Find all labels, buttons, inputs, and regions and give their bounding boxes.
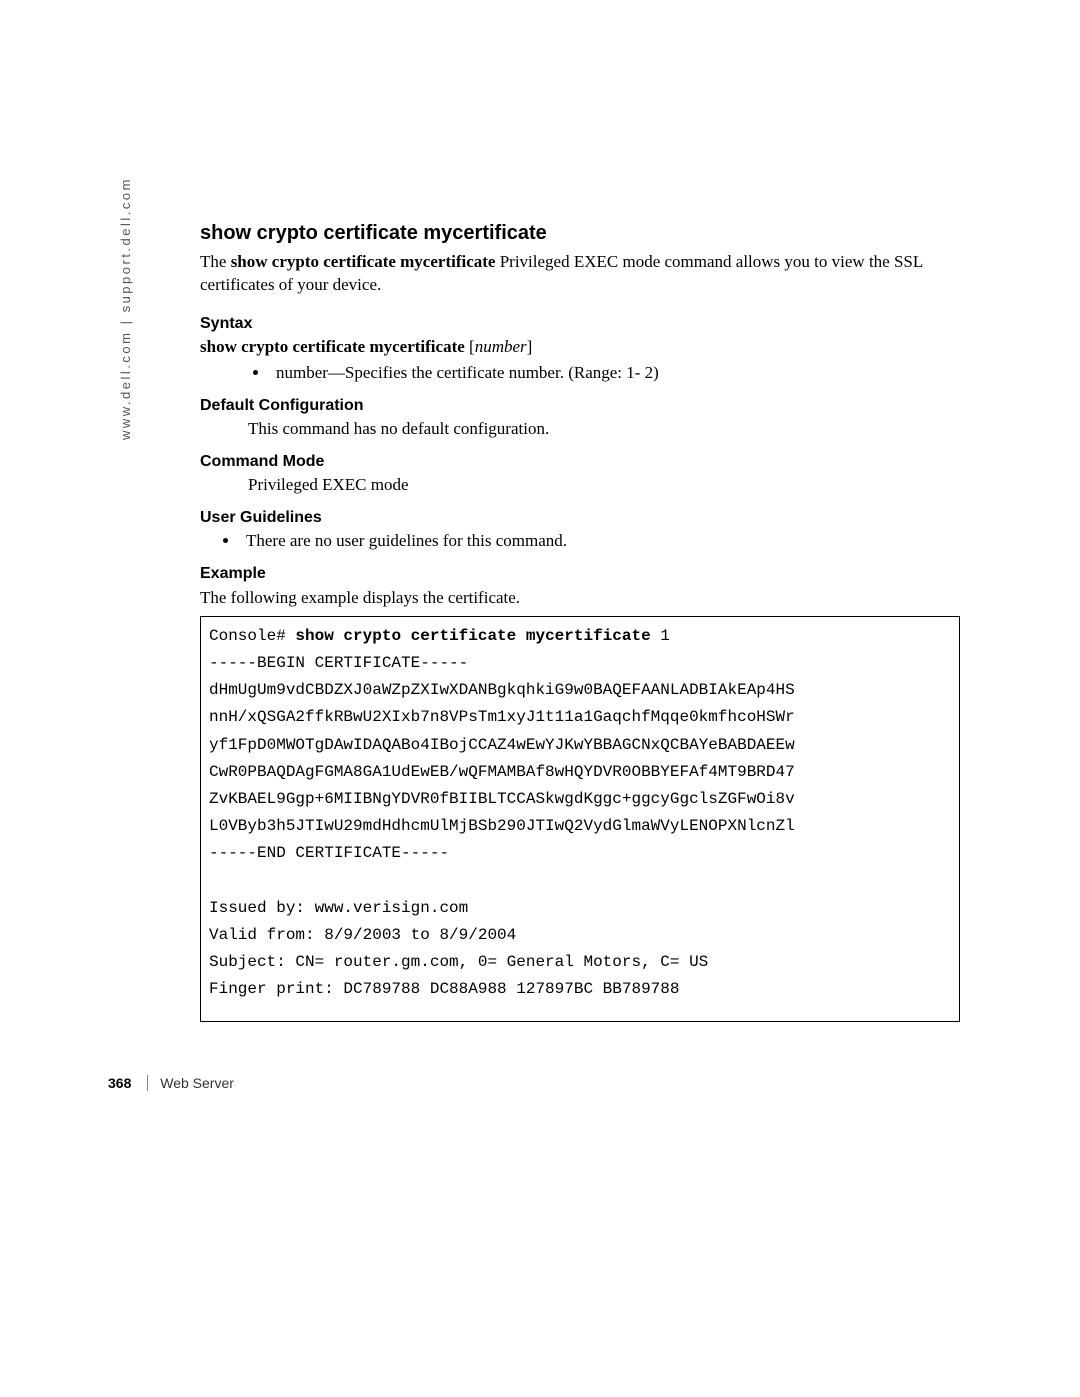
default-config-heading: Default Configuration <box>200 397 960 415</box>
code-line: ZvKBAEL9Ggp+6MIIBNgYDVR0fBIIBLTCCASkwgdK… <box>209 790 795 808</box>
page-footer: 368 Web Server <box>108 1075 234 1091</box>
code-line: nnH/xQSGA2ffkRBwU2XIxb7n8VPsTm1xyJ1t11a1… <box>209 708 795 726</box>
syntax-close: ] <box>527 337 533 356</box>
code-line: yf1FpD0MWOTgDAwIDAQABo4IBojCCAZ4wEwYJKwY… <box>209 736 795 754</box>
code-line: Subject: CN= router.gm.com, 0= General M… <box>209 953 708 971</box>
command-mode-text: Privileged EXEC mode <box>248 475 960 495</box>
footer-section: Web Server <box>147 1075 234 1091</box>
command-mode-heading: Command Mode <box>200 453 960 471</box>
example-lead: The following example displays the certi… <box>200 587 960 610</box>
code-cmd: show crypto certificate mycertificate <box>295 627 650 645</box>
code-prompt: Console# <box>209 627 295 645</box>
intro-paragraph: The show crypto certificate mycertificat… <box>200 251 960 297</box>
user-guidelines-bullets: There are no user guidelines for this co… <box>200 531 960 551</box>
user-guidelines-bullet-1: There are no user guidelines for this co… <box>240 531 960 551</box>
intro-bold: show crypto certificate mycertificate <box>231 252 496 271</box>
syntax-arg: number <box>475 337 527 356</box>
side-url: www.dell.com | support.dell.com <box>118 177 133 440</box>
code-line: Valid from: 8/9/2003 to 8/9/2004 <box>209 926 516 944</box>
intro-pre: The <box>200 252 231 271</box>
example-heading: Example <box>200 565 960 583</box>
page-number: 368 <box>108 1075 131 1091</box>
syntax-bullet-1: number—Specifies the certificate number.… <box>270 363 960 383</box>
code-line: Issued by: www.verisign.com <box>209 899 468 917</box>
code-line: -----END CERTIFICATE----- <box>209 844 449 862</box>
syntax-cmd: show crypto certificate mycertificate <box>200 337 465 356</box>
syntax-bullets: number—Specifies the certificate number.… <box>200 363 960 383</box>
page-content: show crypto certificate mycertificate Th… <box>200 222 960 1022</box>
code-arg: 1 <box>651 627 670 645</box>
code-line: dHmUgUm9vdCBDZXJ0aWZpZXIwXDANBgkqhkiG9w0… <box>209 681 795 699</box>
syntax-line: show crypto certificate mycertificate [n… <box>200 337 960 357</box>
user-guidelines-heading: User Guidelines <box>200 509 960 527</box>
syntax-open: [ <box>465 337 475 356</box>
code-line: -----BEGIN CERTIFICATE----- <box>209 654 468 672</box>
example-code-block: Console# show crypto certificate mycerti… <box>200 616 960 1023</box>
default-config-text: This command has no default configuratio… <box>248 419 960 439</box>
code-line: L0VByb3h5JTIwU29mdHdhcmUlMjBSb290JTIwQ2V… <box>209 817 795 835</box>
code-line: Finger print: DC789788 DC88A988 127897BC… <box>209 980 679 998</box>
section-title: show crypto certificate mycertificate <box>200 222 960 245</box>
syntax-heading: Syntax <box>200 315 960 333</box>
code-line: CwR0PBAQDAgFGMA8GA1UdEwEB/wQFMAMBAf8wHQY… <box>209 763 795 781</box>
